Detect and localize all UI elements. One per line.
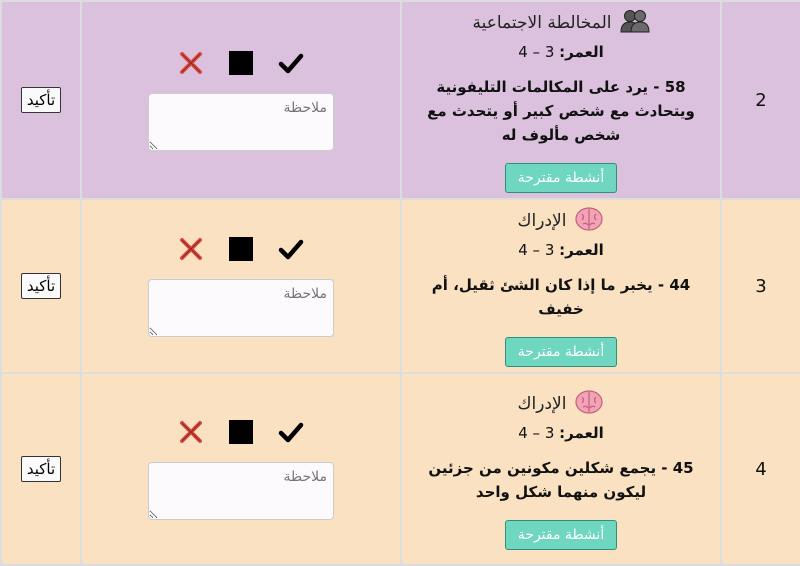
- age-value: 3 – 4: [518, 423, 555, 442]
- action-cell: تأكيد: [0, 0, 82, 200]
- action-cell: تأكيد: [0, 198, 82, 374]
- item-cell: المخالطة الاجتماعية العمر: 3 – 4 58 - ير…: [400, 0, 722, 200]
- confirm-button[interactable]: تأكيد: [20, 273, 62, 299]
- question-text: 58 - يرد على المكالمات التليفونية ويتحاد…: [427, 77, 695, 144]
- checkmark-icon[interactable]: [277, 418, 305, 446]
- rating-options: [82, 418, 400, 446]
- item-cell: الإدراك العمر: 3 – 4 45 - يجمع شكلين مكو…: [400, 372, 722, 566]
- checkmark-icon[interactable]: [277, 235, 305, 263]
- age-label: العمر:: [559, 240, 604, 259]
- item-cell: الإدراك العمر: 3 – 4 44 - يخبر ما إذا كا…: [400, 198, 722, 374]
- rating-options: [82, 49, 400, 77]
- people-icon: [619, 8, 650, 39]
- brain-icon: [574, 389, 604, 420]
- action-cell: تأكيد: [0, 372, 82, 566]
- suggested-activities-button[interactable]: أنشطة مقترحة: [504, 336, 618, 367]
- table-row: 4 الإدراك العمر: 3 – 4 45 - يجمع شكلين م…: [0, 372, 800, 566]
- category-line: الإدراك: [402, 206, 720, 237]
- table-row: 3 الإدراك العمر: 3 – 4 44 - يخبر ما إذا …: [0, 198, 800, 374]
- assessment-table: 2 المخالطة الاجتماعية العمر: 3 – 4 58 - …: [0, 0, 800, 566]
- rating-cell: [80, 372, 402, 566]
- row-number: 2: [720, 0, 800, 200]
- rating-cell: [80, 0, 402, 200]
- row-number: 4: [720, 372, 800, 566]
- category-line: المخالطة الاجتماعية: [402, 8, 720, 39]
- confirm-button[interactable]: تأكيد: [20, 87, 62, 113]
- category-label: الإدراك: [517, 211, 567, 231]
- question-text: 45 - يجمع شكلين مكونين من جزئين ليكون من…: [428, 458, 694, 501]
- brain-icon: [574, 206, 604, 237]
- age-label: العمر:: [559, 423, 604, 442]
- square-icon[interactable]: [227, 235, 255, 263]
- age-line: العمر: 3 – 4: [402, 43, 720, 61]
- x-mark-icon[interactable]: [177, 235, 205, 263]
- note-field[interactable]: [148, 279, 334, 337]
- category-line: الإدراك: [402, 389, 720, 420]
- age-line: العمر: 3 – 4: [402, 424, 720, 442]
- square-icon[interactable]: [227, 418, 255, 446]
- age-label: العمر:: [559, 42, 604, 61]
- suggested-activities-button[interactable]: أنشطة مقترحة: [504, 519, 618, 550]
- row-number: 3: [720, 198, 800, 374]
- age-value: 3 – 4: [518, 240, 555, 259]
- category-label: المخالطة الاجتماعية: [472, 13, 612, 33]
- note-field[interactable]: [148, 462, 334, 520]
- x-mark-icon[interactable]: [177, 418, 205, 446]
- square-icon[interactable]: [227, 49, 255, 77]
- age-value: 3 – 4: [518, 42, 555, 61]
- age-line: العمر: 3 – 4: [402, 241, 720, 259]
- category-label: الإدراك: [517, 394, 567, 414]
- question-text: 44 - يخبر ما إذا كان الشئ ثقيل، أم خفيف: [431, 275, 691, 318]
- suggested-activities-button[interactable]: أنشطة مقترحة: [504, 162, 618, 193]
- x-mark-icon[interactable]: [177, 49, 205, 77]
- checkmark-icon[interactable]: [277, 49, 305, 77]
- rating-options: [82, 235, 400, 263]
- confirm-button[interactable]: تأكيد: [20, 456, 62, 482]
- note-field[interactable]: [148, 93, 334, 151]
- rating-cell: [80, 198, 402, 374]
- table-row: 2 المخالطة الاجتماعية العمر: 3 – 4 58 - …: [0, 0, 800, 200]
